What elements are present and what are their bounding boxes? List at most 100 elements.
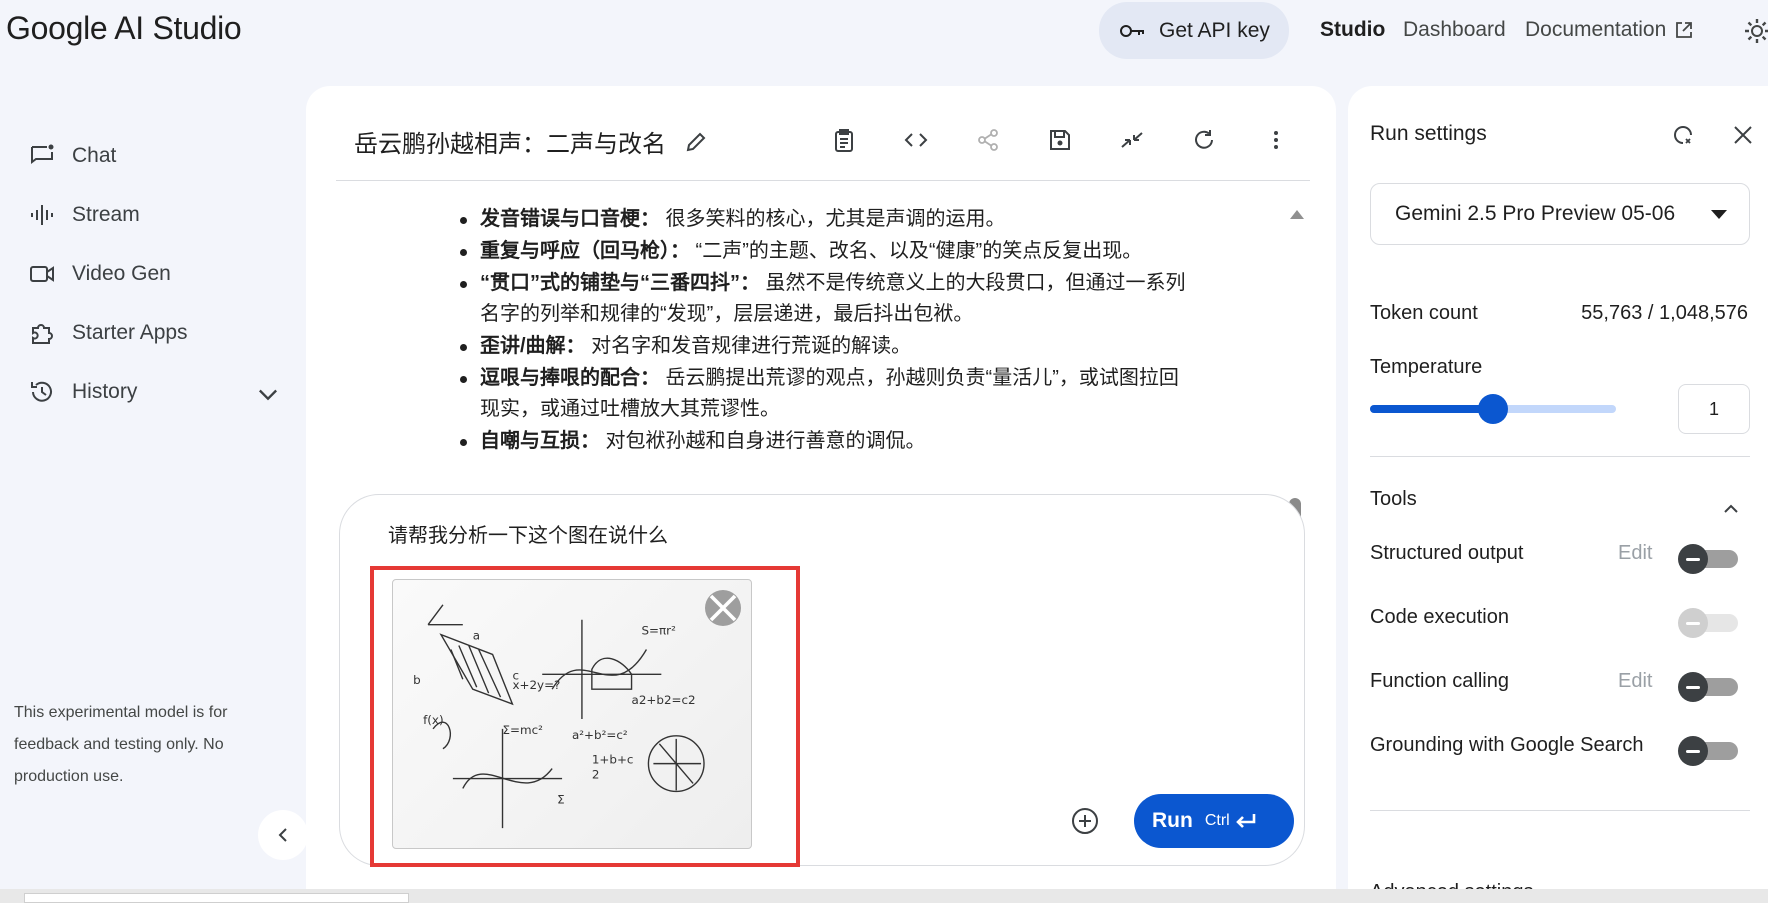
chat-icon [31,144,54,164]
settings-divider [1370,456,1750,457]
refresh-icon[interactable] [1186,122,1222,158]
close-icon [709,594,737,622]
list-item-text: 对名字和发音规律进行荒诞的解读。 [585,335,912,357]
stream-icon [31,205,53,225]
sidebar-item-label: History [72,380,138,403]
tool-grounding-label: Grounding with Google Search [1370,734,1644,756]
edit-pencil-icon[interactable] [684,130,708,154]
function-calling-toggle[interactable] [1678,672,1738,702]
prompt-input-box[interactable]: 请帮我分析一下这个图在说什么 b c a f(x) Σ=mc² x+2y=? S… [339,494,1305,867]
tools-label: Tools [1370,488,1417,510]
svg-text:b: b [413,673,421,687]
toggle-knob [1678,608,1708,638]
sidebar-item-chat[interactable]: Chat [28,136,268,176]
clipboard-icon[interactable] [826,122,862,158]
sidebar-item-label: Video Gen [72,262,171,285]
list-item: 逗哏与捧哏的配合： 岳云鹏提出荒谬的观点，孙越则负责“量活儿”，或试图拉回现实，… [456,363,1186,425]
sidebar-item-history[interactable]: History [28,372,277,412]
sidebar-item-stream[interactable]: Stream [28,195,268,235]
math-sketch-image: b c a f(x) Σ=mc² x+2y=? S=πr² a2+b2=c2 a… [413,604,705,829]
nav-studio[interactable]: Studio [1320,18,1385,42]
list-item: “贯口”式的铺垫与“三番四抖”： 虽然不是传统意义上的大段贯口，但通过一系列名字… [456,268,1186,330]
list-item: 重复与呼应（回马枪）： “二声”的主题、改名、以及“健康”的笑点反复出现。 [456,236,1186,267]
nav-documentation[interactable]: Documentation [1525,18,1694,42]
model-selected-value: Gemini 2.5 Pro Preview 05-06 [1395,202,1676,225]
add-media-icon[interactable] [1070,806,1100,836]
model-selector[interactable]: Gemini 2.5 Pro Preview 05-06 [1370,183,1750,245]
list-item: 自嘲与互损： 对包袱孙越和自身进行善意的调侃。 [456,426,1186,457]
svg-text:x+2y=?: x+2y=? [512,678,560,692]
more-vert-icon[interactable] [1258,122,1294,158]
bottom-tab[interactable] [24,893,409,903]
run-settings-title: Run settings [1370,122,1487,145]
run-button[interactable]: Run Ctrl [1134,794,1294,848]
toggle-knob [1678,736,1708,766]
remove-attachment-button[interactable] [705,590,741,626]
structured-output-edit-link[interactable]: Edit [1618,542,1652,565]
list-item: 歪讲/曲解： 对名字和发音规律进行荒诞的解读。 [456,331,1186,362]
sidebar-item-label: Chat [72,144,117,167]
list-item-text: 很多笑料的核心，尤其是声调的运用。 [660,208,1006,230]
code-execution-toggle[interactable] [1678,608,1738,638]
title-row: 岳云鹏孙越相声：二声与改名 [354,124,708,159]
grounding-toggle[interactable] [1678,736,1738,766]
svg-text:f(x): f(x) [423,713,444,727]
chat-toolbar [826,122,1294,158]
svg-text:a: a [473,629,480,643]
reset-settings-icon[interactable] [1668,120,1698,150]
tools-divider [1370,810,1750,811]
nav-documentation-label: Documentation [1525,18,1667,41]
structured-output-toggle[interactable] [1678,544,1738,574]
attachment-highlight: b c a f(x) Σ=mc² x+2y=? S=πr² a2+b2=c2 a… [370,566,800,867]
chevron-down-icon[interactable] [254,380,282,408]
temperature-input[interactable]: 1 [1678,384,1750,434]
share-icon[interactable] [970,122,1006,158]
collapse-sidebar-button[interactable] [258,810,308,860]
enter-key-icon [1235,814,1256,828]
code-icon[interactable] [898,122,934,158]
header-divider [336,180,1310,181]
sidebar-item-label: Stream [72,203,140,226]
compare-icon[interactable] [1114,122,1150,158]
chat-panel: 岳云鹏孙越相声：二声与改名 发音错误与口音梗： 很多笑料的核心，尤其是声调的运用… [306,86,1336,903]
svg-text:1+b+c: 1+b+c [592,753,634,767]
svg-text:Σ=mc²: Σ=mc² [503,723,544,737]
sidebar-item-starter-apps[interactable]: Starter Apps [28,313,268,353]
close-settings-icon[interactable] [1730,122,1756,148]
top-bar: Google AI Studio Get API key Studio Dash… [0,0,1768,80]
temperature-slider[interactable] [1370,394,1616,424]
app-logo[interactable]: Google AI Studio [6,10,242,47]
toggle-knob [1678,544,1708,574]
function-calling-edit-link[interactable]: Edit [1618,670,1652,693]
temperature-slider-thumb[interactable] [1478,394,1508,424]
get-api-key-label: Get API key [1159,18,1270,42]
video-icon [30,266,54,282]
list-item-heading: “贯口”式的铺垫与“三番四抖”： [480,272,760,294]
svg-text:Σ: Σ [557,792,565,806]
run-settings-panel: Run settings Gemini 2.5 Pro Preview 05-0… [1348,86,1768,903]
temperature-label: Temperature [1370,356,1483,378]
list-item-heading: 重复与呼应（回马枪）： [480,240,690,262]
sidebar-item-label: Starter Apps [72,321,188,344]
chevron-up-icon[interactable] [1720,498,1742,520]
svg-text:2: 2 [592,768,600,782]
run-shortcut-key: Ctrl [1204,812,1230,829]
prompt-input-text[interactable]: 请帮我分析一下这个图在说什么 [388,519,668,548]
list-item-heading: 歪讲/曲解： [480,335,586,357]
scroll-up-arrow[interactable] [1290,210,1304,219]
response-list: 发音错误与口音梗： 很多笑料的核心，尤其是声调的运用。 重复与呼应（回马枪）： … [456,204,1186,457]
external-link-icon [1676,22,1693,38]
nav-dashboard[interactable]: Dashboard [1403,18,1506,42]
settings-gear-icon[interactable] [1742,16,1768,46]
sidebar-item-video-gen[interactable]: Video Gen [28,254,268,294]
get-api-key-button[interactable]: Get API key [1099,2,1289,59]
list-item-heading: 发音错误与口音梗： [480,208,660,230]
experimental-disclaimer: This experimental model is for feedback … [14,704,228,785]
save-icon[interactable] [1042,122,1078,158]
prompt-title: 岳云鹏孙越相声：二声与改名 [354,131,666,158]
token-count-label: Token count [1370,302,1478,324]
svg-text:a²+b²=c²: a²+b²=c² [572,728,628,742]
chevron-left-icon [278,828,287,842]
list-item-text: “二声”的主题、改名、以及“健康”的笑点反复出现。 [690,240,1143,262]
attached-image[interactable]: b c a f(x) Σ=mc² x+2y=? S=πr² a2+b2=c2 a… [392,579,752,849]
